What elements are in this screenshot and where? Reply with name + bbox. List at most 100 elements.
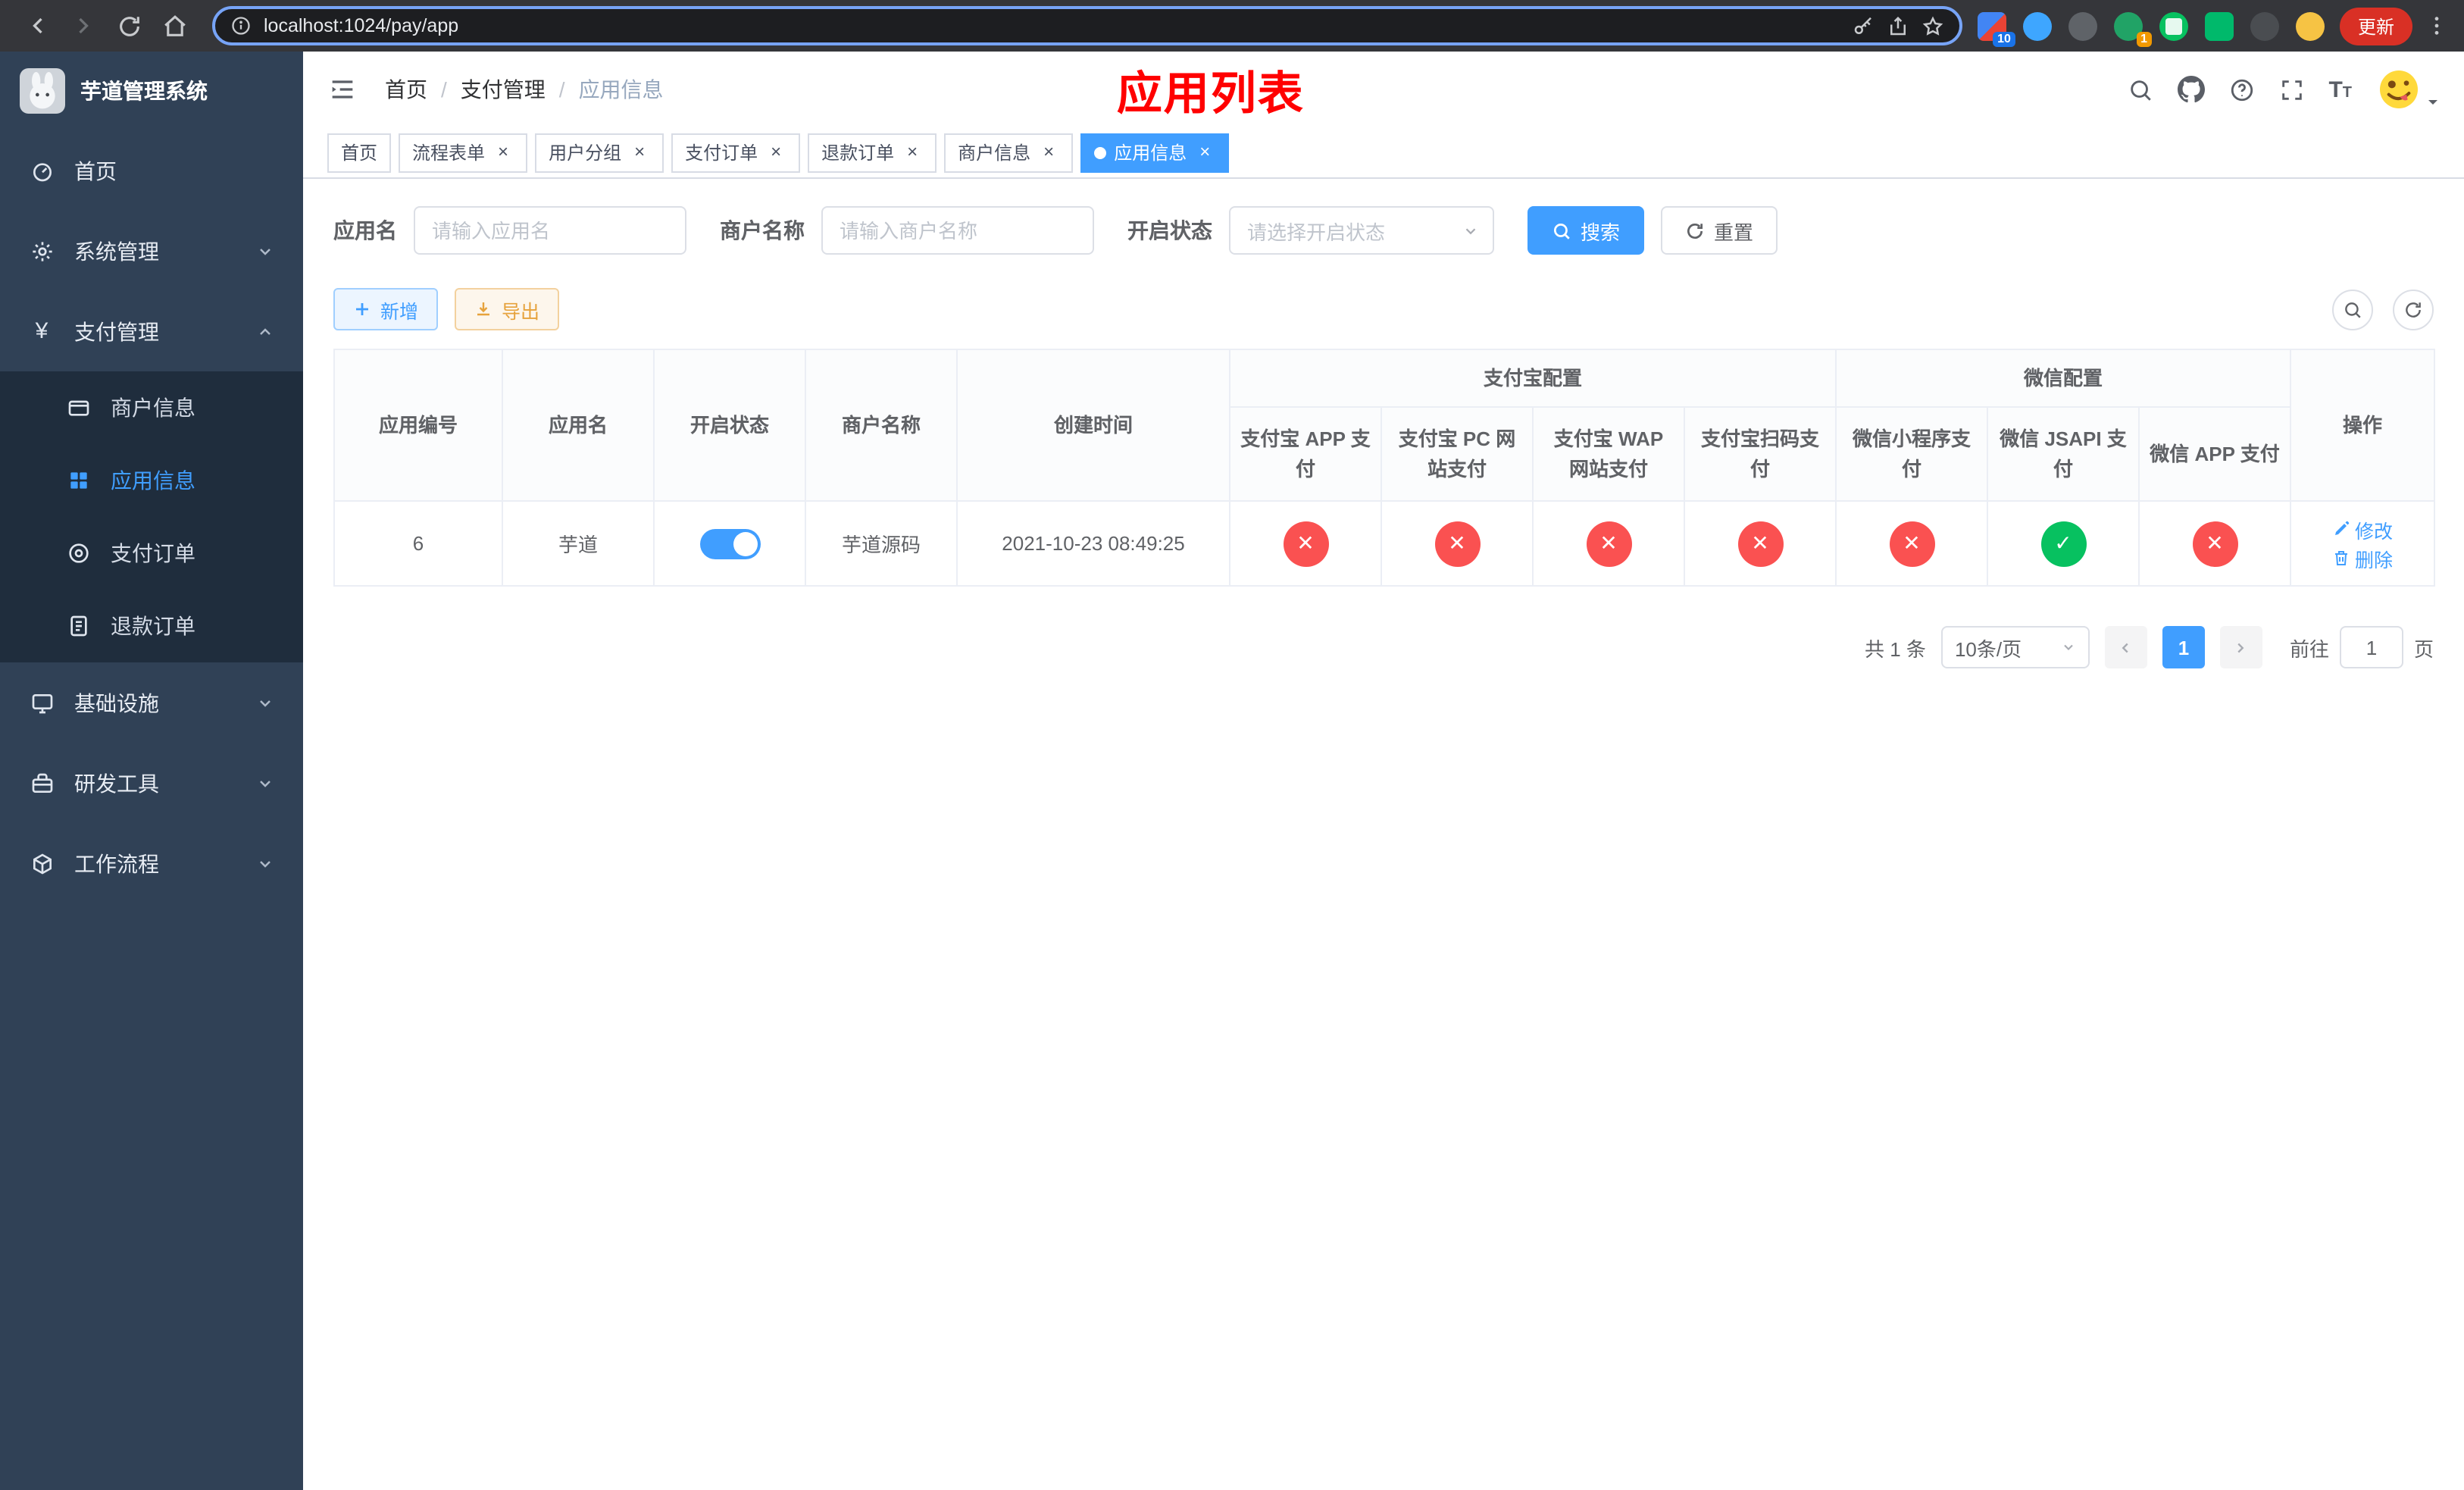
status-label: 开启状态 bbox=[1127, 218, 1212, 243]
col-header-app-name: 应用名 bbox=[502, 349, 655, 502]
extension-icon-5[interactable] bbox=[2204, 11, 2234, 40]
tags-view-bar: 首页 流程表单 × 用户分组 × 支付订单 × 退款订单 × 商户信息 × 应用… bbox=[303, 127, 2464, 179]
search-button[interactable]: 搜索 bbox=[1527, 206, 1645, 255]
col-header-app-id: 应用编号 bbox=[333, 349, 503, 502]
goto-prefix: 前往 bbox=[2289, 637, 2329, 660]
cell-status bbox=[653, 500, 806, 587]
breadcrumb-home[interactable]: 首页 bbox=[385, 74, 427, 105]
sidebar-item-workflow[interactable]: 工作流程 bbox=[0, 823, 303, 903]
tab-pay-orders[interactable]: 支付订单 × bbox=[671, 133, 801, 172]
avatar bbox=[2376, 67, 2422, 112]
extension-icon-6[interactable] bbox=[2250, 11, 2279, 40]
reload-icon[interactable] bbox=[109, 6, 149, 45]
sidebar-item-app-info[interactable]: 应用信息 bbox=[0, 444, 303, 517]
fullscreen-icon[interactable] bbox=[2278, 77, 2304, 102]
cell-app-name: 芋道 bbox=[502, 500, 655, 587]
alipay-wap-status-icon: ✕ bbox=[1586, 521, 1631, 566]
page-size-select[interactable]: 10条/页 bbox=[1940, 626, 2090, 668]
url-text[interactable]: localhost:1024/pay/app bbox=[264, 15, 458, 36]
next-page-button[interactable] bbox=[2219, 626, 2262, 668]
home-icon[interactable] bbox=[155, 6, 194, 45]
toggle-search-button[interactable] bbox=[2332, 289, 2373, 330]
status-select[interactable]: 请选择开启状态 bbox=[1229, 206, 1494, 255]
export-button[interactable]: 导出 bbox=[455, 288, 560, 330]
sidebar-item-refund-orders[interactable]: 退款订单 bbox=[0, 590, 303, 662]
tab-home[interactable]: 首页 bbox=[327, 133, 392, 172]
refresh-table-button[interactable] bbox=[2393, 289, 2434, 330]
sidebar-item-system[interactable]: 系统管理 bbox=[0, 211, 303, 291]
search-icon[interactable] bbox=[2127, 77, 2153, 102]
app-logo[interactable]: 芋道管理系统 bbox=[0, 52, 303, 130]
edit-button[interactable]: 修改 bbox=[2332, 515, 2393, 543]
profile-face-icon[interactable] bbox=[2295, 11, 2325, 40]
sidebar-item-pay-orders[interactable]: 支付订单 bbox=[0, 517, 303, 590]
sidebar-item-home[interactable]: 首页 bbox=[0, 130, 303, 211]
forward-icon[interactable] bbox=[64, 6, 103, 45]
col-header-wx-app: 微信 APP 支付 bbox=[2138, 406, 2292, 502]
tab-refund-orders[interactable]: 退款订单 × bbox=[808, 133, 937, 172]
reset-button[interactable]: 重置 bbox=[1661, 206, 1778, 255]
font-size-icon[interactable]: TT bbox=[2328, 78, 2352, 101]
app-name-input[interactable] bbox=[414, 206, 686, 255]
share-icon[interactable] bbox=[1887, 14, 1909, 37]
chevron-down-icon bbox=[2061, 640, 2076, 655]
sidebar-item-payment[interactable]: ¥ 支付管理 bbox=[0, 291, 303, 371]
page-number-1[interactable]: 1 bbox=[2162, 626, 2205, 668]
tab-close-icon[interactable]: × bbox=[1038, 141, 1059, 163]
status-toggle[interactable] bbox=[699, 528, 760, 559]
tab-merchant-info[interactable]: 商户信息 × bbox=[944, 133, 1074, 172]
wx-lite-status-icon: ✕ bbox=[1889, 521, 1935, 566]
prev-page-button[interactable] bbox=[2104, 626, 2147, 668]
tab-app-info[interactable]: 应用信息 × bbox=[1080, 133, 1230, 172]
monitor-icon bbox=[29, 690, 55, 715]
goto-page-input[interactable] bbox=[2339, 626, 2403, 668]
bookmark-star-icon[interactable] bbox=[1921, 14, 1944, 37]
tab-close-icon[interactable]: × bbox=[492, 141, 514, 163]
extension-icon-3[interactable] bbox=[2068, 11, 2097, 40]
tab-close-icon[interactable]: × bbox=[1194, 141, 1215, 163]
help-icon[interactable] bbox=[2228, 77, 2254, 102]
col-group-alipay: 支付宝配置 bbox=[1228, 349, 1837, 408]
caret-down-icon bbox=[2426, 95, 2440, 109]
col-header-wx-jsapi: 微信 JSAPI 支付 bbox=[1987, 406, 2140, 502]
chrome-update-button[interactable]: 更新 bbox=[2339, 7, 2412, 45]
password-key-icon[interactable] bbox=[1852, 14, 1875, 37]
merchant-name-input[interactable] bbox=[821, 206, 1094, 255]
user-menu[interactable] bbox=[2376, 67, 2440, 112]
sidebar-item-infrastructure[interactable]: 基础设施 bbox=[0, 662, 303, 743]
top-navbar: 首页 / 支付管理 / 应用信息 应用列表 TT bbox=[303, 52, 2464, 127]
github-icon[interactable] bbox=[2177, 76, 2205, 103]
yen-icon: ¥ bbox=[35, 318, 48, 344]
extension-icon-2[interactable] bbox=[2022, 11, 2052, 40]
back-icon[interactable] bbox=[18, 6, 58, 45]
tab-close-icon[interactable]: × bbox=[765, 141, 786, 163]
tab-user-group[interactable]: 用户分组 × bbox=[535, 133, 664, 172]
sidebar-item-merchant-info[interactable]: 商户信息 bbox=[0, 371, 303, 444]
search-icon bbox=[1553, 222, 1570, 239]
screen: localhost:1024/pay/app 10 1 更新 芋道管理系统 首页… bbox=[0, 0, 2464, 1490]
extension-badge: 10 bbox=[1993, 31, 2015, 46]
collapse-sidebar-icon[interactable] bbox=[327, 74, 358, 105]
extension-icon-4[interactable]: 1 bbox=[2113, 11, 2152, 46]
pencil-icon bbox=[2335, 521, 2350, 535]
breadcrumb-payment[interactable]: 支付管理 bbox=[461, 74, 546, 105]
sidebar-item-dev-tools[interactable]: 研发工具 bbox=[0, 743, 303, 823]
tab-process-form[interactable]: 流程表单 × bbox=[399, 133, 528, 172]
merchant-name-label: 商户名称 bbox=[720, 218, 805, 243]
credit-card-icon bbox=[65, 396, 91, 420]
page-title: 应用列表 bbox=[1116, 70, 1305, 120]
extension-icon-1[interactable]: 10 bbox=[1977, 11, 2015, 46]
browser-toolbar: localhost:1024/pay/app 10 1 更新 bbox=[0, 0, 2464, 52]
tab-close-icon[interactable]: × bbox=[902, 141, 923, 163]
tab-close-icon[interactable]: × bbox=[629, 141, 650, 163]
add-button[interactable]: 新增 bbox=[333, 288, 439, 330]
address-bar[interactable]: localhost:1024/pay/app bbox=[212, 6, 1962, 45]
page-info-icon[interactable] bbox=[230, 15, 252, 36]
browser-menu-icon[interactable] bbox=[2425, 14, 2449, 38]
total-count: 共 1 条 bbox=[1865, 637, 1926, 660]
gear-icon bbox=[29, 239, 55, 263]
search-icon bbox=[2345, 302, 2361, 318]
table-toolbar: 新增 导出 bbox=[333, 288, 2434, 330]
wechat-extension-icon[interactable] bbox=[2159, 11, 2188, 40]
delete-button[interactable]: 删除 bbox=[2332, 543, 2393, 572]
